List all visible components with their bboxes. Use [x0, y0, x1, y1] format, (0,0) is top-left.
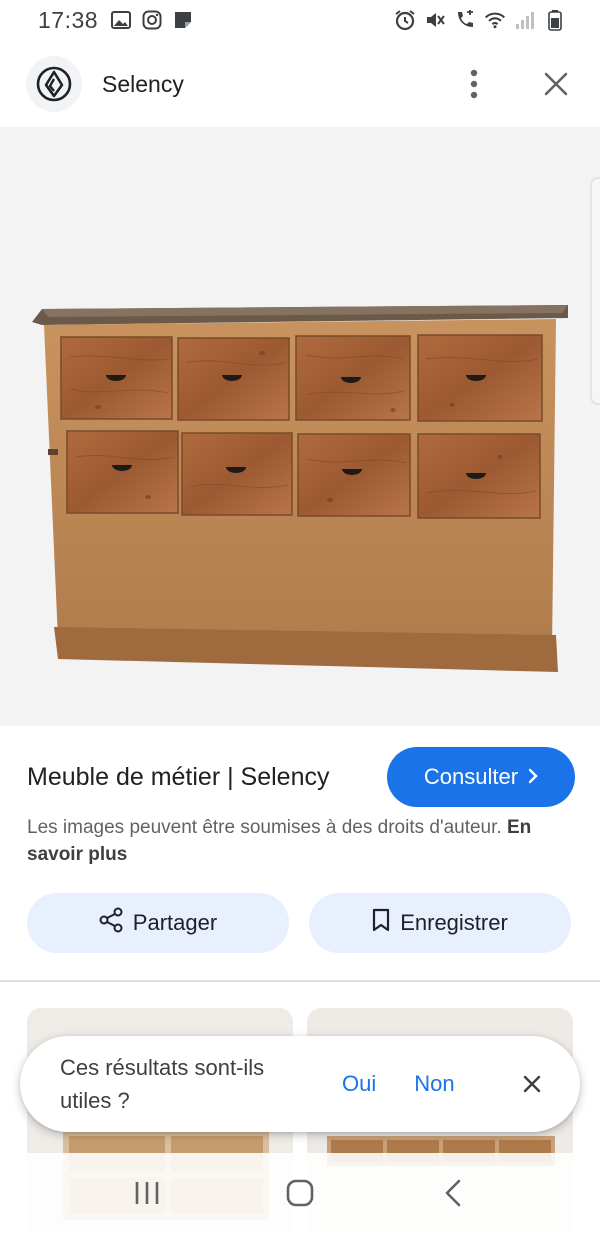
selency-logo-icon[interactable] [26, 56, 82, 112]
feedback-yes-button[interactable]: Oui [342, 1071, 376, 1097]
status-left-icons [110, 9, 194, 31]
section-divider [0, 980, 600, 982]
instagram-icon [141, 9, 163, 31]
status-bar: 17:38 [0, 0, 600, 40]
status-right-icons [394, 9, 566, 31]
gallery-icon [110, 9, 132, 31]
site-name[interactable]: Selency [102, 71, 184, 98]
more-vert-icon[interactable] [454, 64, 494, 104]
next-image-peek[interactable] [590, 177, 600, 405]
home-icon[interactable] [270, 1163, 330, 1223]
signal-icon [514, 9, 536, 31]
copyright-notice: Les images peuvent être soumises à des d… [27, 814, 573, 868]
header-actions [454, 64, 576, 104]
alarm-icon [394, 9, 416, 31]
note-icon [172, 9, 194, 31]
close-icon[interactable] [536, 64, 576, 104]
actions-row: Partager Enregistrer [27, 893, 571, 953]
feedback-prompt: Ces résultats sont-ils utiles ? Oui Non [20, 1036, 580, 1132]
site-header: Selency [0, 48, 600, 120]
save-button[interactable]: Enregistrer [309, 893, 571, 953]
recent-apps-icon[interactable] [117, 1163, 177, 1223]
result-title[interactable]: Meuble de métier | Selency [27, 763, 329, 792]
save-label: Enregistrer [400, 910, 508, 935]
consult-label: Consulter [423, 764, 519, 789]
result-title-row: Meuble de métier | Selency Consulter [27, 747, 575, 807]
system-nav-bar [0, 1153, 600, 1233]
battery-icon [544, 9, 566, 31]
feedback-question: Ces résultats sont-ils utiles ? [60, 1055, 265, 1113]
mute-icon [424, 9, 446, 31]
share-label: Partager [132, 910, 218, 935]
status-time: 17:38 [38, 6, 99, 33]
result-image[interactable] [0, 127, 600, 726]
wifi-icon [484, 9, 506, 31]
copyright-text: Les images peuvent être soumises à des d… [27, 817, 502, 838]
chevron-right-icon [528, 764, 538, 790]
consult-button[interactable]: Consulter [387, 747, 575, 807]
share-icon [99, 907, 123, 939]
feedback-no-button[interactable]: Non [414, 1071, 454, 1097]
back-icon[interactable] [423, 1163, 483, 1223]
furniture-image [32, 305, 568, 672]
share-button[interactable]: Partager [27, 893, 289, 953]
volte-icon [454, 9, 476, 31]
bookmark-icon [372, 908, 390, 938]
close-icon[interactable] [518, 1070, 546, 1098]
